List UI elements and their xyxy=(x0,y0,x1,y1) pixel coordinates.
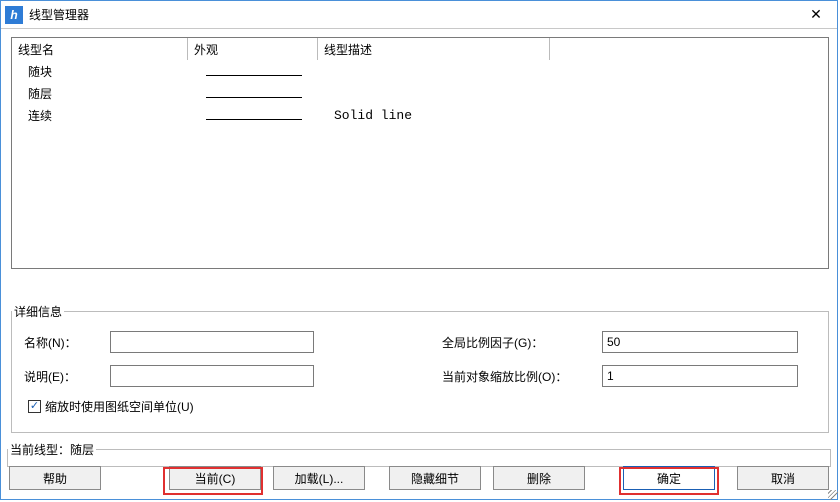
header-name[interactable]: 线型名 xyxy=(12,38,188,60)
list-row[interactable]: 连续 Solid line xyxy=(12,104,828,126)
current-scale-label: 当前对象缩放比例(O)： xyxy=(442,368,602,385)
row-name: 连续 xyxy=(12,104,188,126)
desc-label: 说明(E)： xyxy=(24,368,110,385)
global-scale-label: 全局比例因子(G)： xyxy=(442,334,602,351)
window-title: 线型管理器 xyxy=(29,6,795,23)
current-linetype-value: 随层 xyxy=(70,443,94,457)
name-label: 名称(N)： xyxy=(24,334,110,351)
list-row[interactable]: 随层 xyxy=(12,82,828,104)
global-scale-input[interactable] xyxy=(602,331,798,353)
paperspace-checkbox-label: 缩放时使用图纸空间单位(U) xyxy=(45,398,194,415)
header-appearance[interactable]: 外观 xyxy=(188,38,318,60)
list-rows: 随块 随层 连续 Solid line xyxy=(12,60,828,126)
current-scale-input[interactable] xyxy=(602,365,798,387)
paperspace-checkbox-row[interactable]: ✓ 缩放时使用图纸空间单位(U) xyxy=(28,398,194,415)
details-fieldset: 详细信息 名称(N)： 全局比例因子(G)： 说明(E)： 当前对象缩放比例(O… xyxy=(11,311,829,433)
detail-row-desc: 说明(E)： 当前对象缩放比例(O)： xyxy=(24,364,816,388)
row-desc xyxy=(318,60,550,82)
linetype-list[interactable]: 线型名 外观 线型描述 随块 随层 连续 xyxy=(11,37,829,269)
list-row[interactable]: 随块 xyxy=(12,60,828,82)
titlebar: h 线型管理器 ✕ xyxy=(1,1,837,29)
current-linetype-label: 当前线型： xyxy=(10,443,70,457)
ok-button[interactable]: 确定 xyxy=(623,466,715,490)
app-icon: h xyxy=(5,6,23,24)
header-spacer xyxy=(550,38,828,60)
current-button[interactable]: 当前(C) xyxy=(169,466,261,490)
close-icon: ✕ xyxy=(810,6,822,23)
button-bar: 帮助 当前(C) 加载(L)... 隐藏细节 删除 确定 取消 xyxy=(9,463,829,493)
hide-details-button[interactable]: 隐藏细节 xyxy=(389,466,481,490)
resize-grip-icon[interactable] xyxy=(828,490,838,500)
current-linetype-legend: 当前线型：随层 xyxy=(8,441,96,458)
checkbox-icon: ✓ xyxy=(28,400,41,413)
row-name: 随块 xyxy=(12,60,188,82)
header-description[interactable]: 线型描述 xyxy=(318,38,550,60)
delete-button[interactable]: 删除 xyxy=(493,466,585,490)
appearance-line-icon xyxy=(206,97,302,98)
desc-input[interactable] xyxy=(110,365,314,387)
content-area: 线型名 外观 线型描述 随块 随层 连续 xyxy=(1,29,837,499)
detail-row-name: 名称(N)： 全局比例因子(G)： xyxy=(24,330,816,354)
name-input[interactable] xyxy=(110,331,314,353)
help-button[interactable]: 帮助 xyxy=(9,466,101,490)
load-button[interactable]: 加载(L)... xyxy=(273,466,365,490)
appearance-line-icon xyxy=(206,75,302,76)
row-desc xyxy=(318,82,550,104)
dialog-window: h 线型管理器 ✕ 线型名 外观 线型描述 随块 随层 xyxy=(0,0,838,500)
row-desc: Solid line xyxy=(318,104,550,126)
appearance-line-icon xyxy=(206,119,302,120)
close-button[interactable]: ✕ xyxy=(795,1,837,29)
cancel-button[interactable]: 取消 xyxy=(737,466,829,490)
list-header: 线型名 外观 线型描述 xyxy=(12,38,828,60)
details-legend: 详细信息 xyxy=(12,303,64,320)
row-name: 随层 xyxy=(12,82,188,104)
